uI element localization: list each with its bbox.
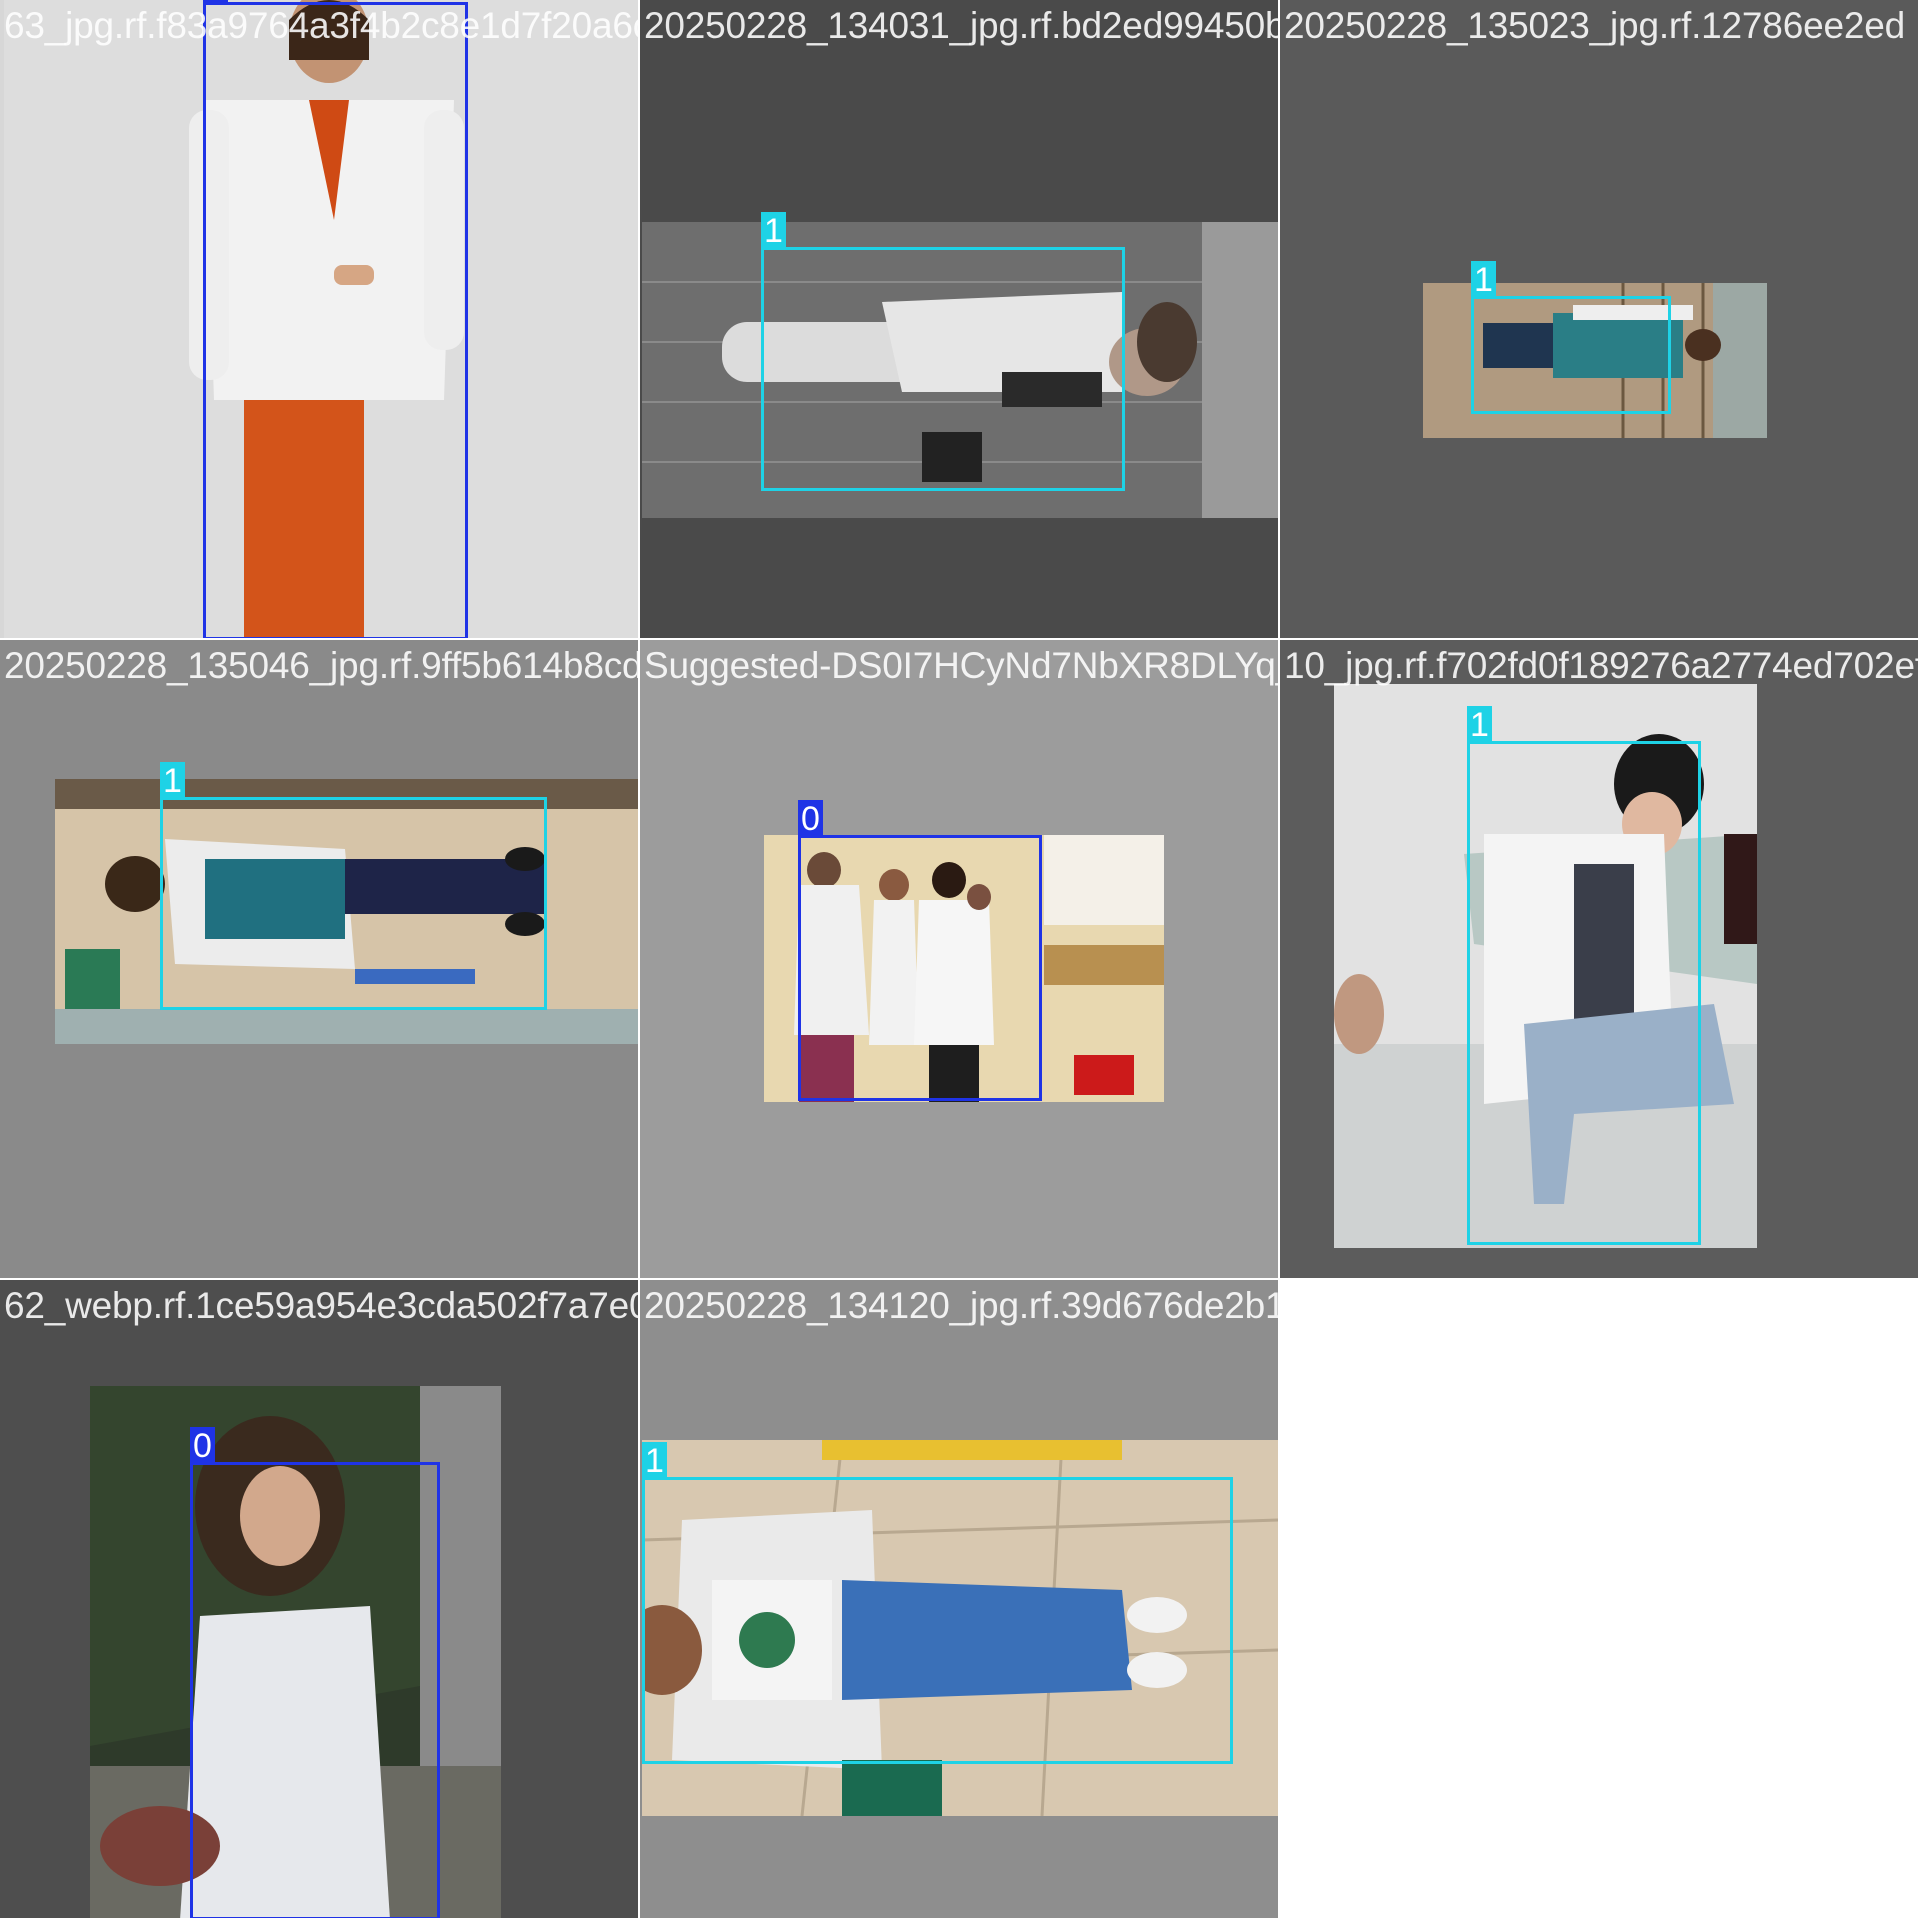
mosaic-tile: 1 20250228_134120_jpg.rf.39d676de2b1678d… bbox=[640, 1280, 1280, 1920]
box-class-label: 1 bbox=[642, 1442, 667, 1480]
box-class-label: 0 bbox=[203, 0, 228, 5]
box-class-label: 0 bbox=[798, 800, 823, 838]
mosaic-tile: 1 20250228_135023_jpg.rf.12786ee2ed bbox=[1280, 0, 1920, 640]
bounding-box: 1 bbox=[1467, 706, 1701, 1245]
empty-grid-cell bbox=[1280, 1280, 1920, 1920]
mosaic-tile: 1 20250228_135046_jpg.rf.9ff5b614b8cd9da… bbox=[0, 640, 640, 1280]
mosaic-tile: 0 Suggested-DS0I7HCyNd7NbXR8DLYq_1_jpg.r… bbox=[640, 640, 1280, 1280]
tile-filename: 20250228_134120_jpg.rf.39d676de2b1678d5d bbox=[644, 1285, 1278, 1326]
tile-filename: 62_webp.rf.1ce59a954e3cda502f7a7e0b5042 bbox=[4, 1285, 640, 1326]
bounding-box: 1 bbox=[1471, 261, 1671, 414]
tile-filename: 20250228_135046_jpg.rf.9ff5b614b8cd9dae4 bbox=[4, 645, 640, 686]
tile-filename: 10_jpg.rf.f702fd0f189276a2774ed702ef bbox=[1284, 645, 1920, 686]
box-class-label: 1 bbox=[761, 212, 786, 250]
mosaic-tile: 0 63_jpg.rf.f83a9764a3f4b2c8e1d7f20a6c5b… bbox=[0, 0, 640, 640]
tile-filename: 20250228_135023_jpg.rf.12786ee2ed bbox=[1284, 5, 1905, 46]
bounding-box: 0 bbox=[203, 0, 468, 638]
box-class-label: 1 bbox=[1467, 706, 1492, 744]
tile-filename: Suggested-DS0I7HCyNd7NbXR8DLYq_1_jpg.rf bbox=[644, 645, 1278, 686]
bounding-box: 1 bbox=[642, 1442, 1233, 1764]
image-mosaic: 0 63_jpg.rf.f83a9764a3f4b2c8e1d7f20a6c5b… bbox=[0, 0, 1920, 1920]
bounding-box: 0 bbox=[798, 800, 1042, 1101]
box-class-label: 0 bbox=[190, 1427, 215, 1465]
box-class-label: 1 bbox=[160, 762, 185, 800]
mosaic-tile: 1 10_jpg.rf.f702fd0f189276a2774ed702ef bbox=[1280, 640, 1920, 1280]
mosaic-tile: 0 62_webp.rf.1ce59a954e3cda502f7a7e0b504… bbox=[0, 1280, 640, 1920]
bounding-box: 1 bbox=[160, 762, 547, 1010]
tile-filename: 20250228_134031_jpg.rf.bd2ed99450b2c7 bbox=[644, 5, 1280, 46]
bounding-box: 1 bbox=[761, 212, 1125, 491]
box-class-label: 1 bbox=[1471, 261, 1496, 299]
bounding-box: 0 bbox=[190, 1427, 440, 1918]
mosaic-tile: 1 20250228_134031_jpg.rf.bd2ed99450b2c7 bbox=[640, 0, 1280, 640]
